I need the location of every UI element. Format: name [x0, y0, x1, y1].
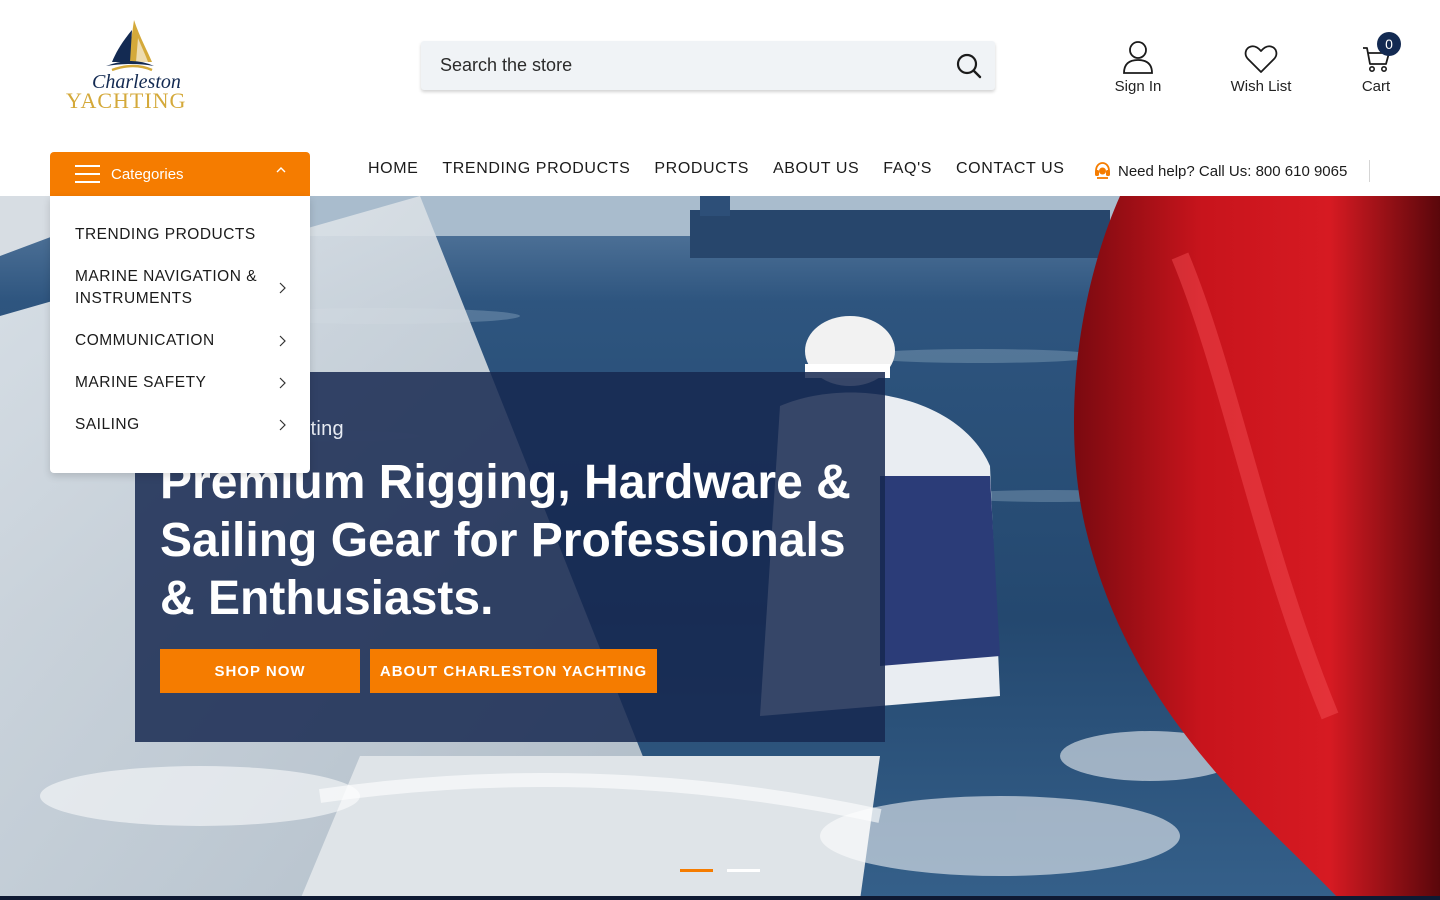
categories-label: Categories [111, 165, 184, 183]
category-marine-safety[interactable]: MARINE SAFETY [50, 362, 310, 404]
headset-icon [1095, 162, 1110, 179]
nav-faqs[interactable]: FAQ'S [883, 160, 932, 178]
sign-in-label: Sign In [1114, 78, 1162, 95]
chevron-right-icon [279, 419, 286, 431]
category-sailing[interactable]: SAILING [50, 404, 310, 446]
help-text: Need help? Call Us: 800 610 9065 [1118, 162, 1348, 180]
main-nav: HOME TRENDING PRODUCTS PRODUCTS ABOUT US… [368, 160, 1065, 178]
category-communication[interactable]: COMMUNICATION [50, 320, 310, 362]
category-label: COMMUNICATION [75, 332, 215, 349]
wish-list-link[interactable]: Wish List [1221, 36, 1301, 95]
hero-title: Premium Rigging, Hardware & Sailing Gear… [160, 456, 851, 625]
heart-icon [1244, 45, 1278, 73]
wish-list-label: Wish List [1230, 78, 1292, 95]
nav-about-us[interactable]: ABOUT US [773, 160, 859, 178]
cart-count-badge: 0 [1377, 32, 1401, 56]
site-logo[interactable]: Charleston YACHTING [62, 16, 202, 112]
site-header: Charleston YACHTING Sign In Wish List [0, 0, 1440, 196]
hamburger-icon [75, 165, 100, 183]
categories-toggle[interactable]: Categories [50, 152, 310, 196]
search-icon [956, 53, 982, 78]
category-dropdown: TRENDING PRODUCTS MARINE NAVIGATION & IN… [50, 196, 310, 473]
header-divider [1369, 160, 1370, 182]
user-icon [1123, 41, 1153, 74]
about-charleston-yachting-button[interactable]: ABOUT CHARLESTON YACHTING [370, 649, 657, 693]
shop-now-button[interactable]: SHOP NOW [160, 649, 360, 693]
category-label: MARINE NAVIGATION & INSTRUMENTS [75, 268, 258, 307]
nav-home[interactable]: HOME [368, 160, 418, 178]
hero-bottom-bar [0, 896, 1440, 900]
chevron-right-icon [279, 282, 286, 294]
sign-in-link[interactable]: Sign In [1098, 36, 1178, 95]
slider-dots [680, 869, 760, 872]
search-input[interactable] [421, 41, 943, 90]
logo-image: Charleston YACHTING [66, 20, 186, 112]
search-bar [421, 41, 995, 90]
category-label: SAILING [75, 416, 140, 433]
chevron-right-icon [279, 335, 286, 347]
nav-trending-products[interactable]: TRENDING PRODUCTS [442, 160, 630, 178]
category-trending-products[interactable]: TRENDING PRODUCTS [50, 214, 310, 256]
help-phone[interactable]: Need help? Call Us: 800 610 9065 [1094, 162, 1347, 180]
category-label: TRENDING PRODUCTS [75, 226, 256, 243]
nav-products[interactable]: PRODUCTS [654, 160, 749, 178]
category-marine-navigation-instruments[interactable]: MARINE NAVIGATION & INSTRUMENTS [50, 256, 310, 320]
chevron-up-icon [276, 167, 286, 173]
slider-dot-1[interactable] [680, 869, 713, 872]
cart-label: Cart [1361, 78, 1391, 95]
chevron-right-icon [279, 377, 286, 389]
nav-contact-us[interactable]: CONTACT US [956, 160, 1065, 178]
category-label: MARINE SAFETY [75, 374, 207, 391]
cart-link[interactable]: Cart 0 [1348, 32, 1404, 95]
search-button[interactable] [943, 41, 995, 90]
slider-dot-2[interactable] [727, 869, 760, 872]
svg-text:YACHTING: YACHTING [66, 88, 186, 112]
